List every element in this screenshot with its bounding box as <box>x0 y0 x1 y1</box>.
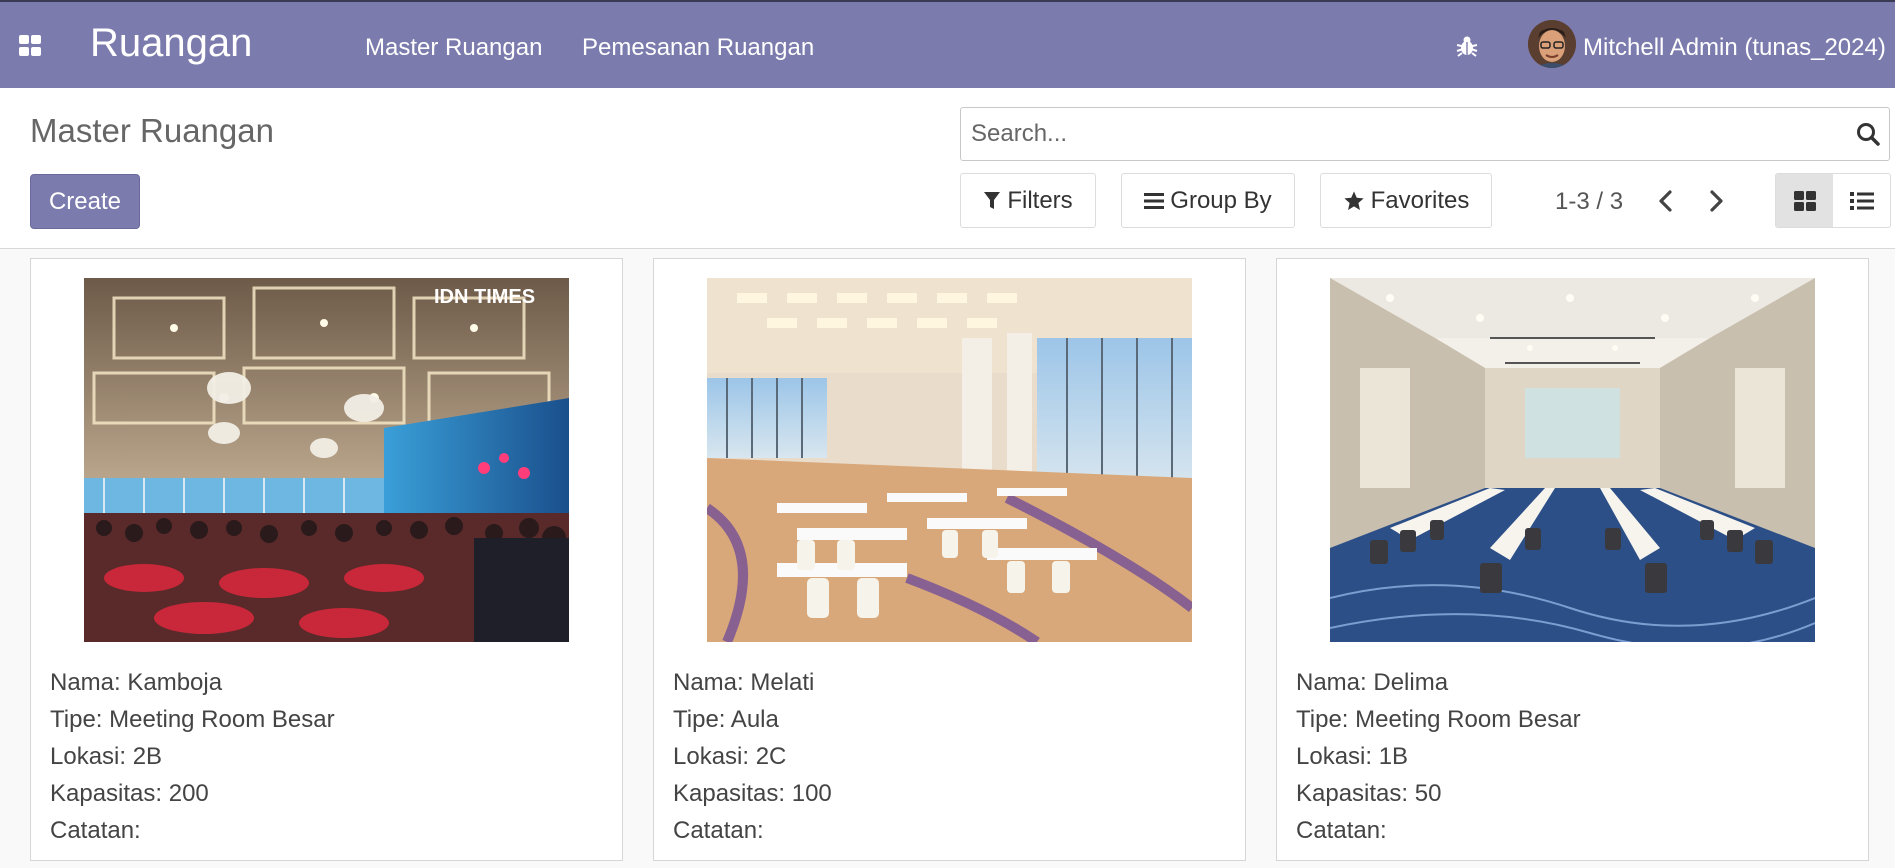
control-panel: Master Ruangan Create Filters Group By F… <box>0 88 1895 249</box>
room-kapasitas: Kapasitas: 200 <box>50 780 209 807</box>
room-lokasi: Lokasi: 2B <box>50 743 163 770</box>
avatar-photo <box>1528 20 1576 68</box>
ballroom-photo: IDN TIMES <box>84 278 569 642</box>
search-icon[interactable] <box>1855 121 1881 147</box>
filters-button[interactable]: Filters <box>960 173 1096 228</box>
room-catatan: Catatan: <box>673 817 764 844</box>
list-view-button[interactable] <box>1833 174 1890 227</box>
user-avatar[interactable] <box>1528 20 1576 68</box>
app-title[interactable]: Ruangan <box>90 21 252 66</box>
breadcrumb-title: Master Ruangan <box>30 112 274 149</box>
room-photo <box>707 278 1192 642</box>
kanban-card[interactable]: Nama: Delima Tipe: Meeting Room Besar Lo… <box>1276 258 1869 861</box>
kanban-grid-icon <box>1793 190 1816 211</box>
favorites-label: Favorites <box>1370 186 1470 214</box>
meeting-room-photo <box>1330 278 1815 642</box>
room-tipe: Tipe: Aula <box>673 706 779 733</box>
bug-icon[interactable] <box>1455 34 1479 58</box>
search-input[interactable] <box>971 118 1831 150</box>
room-kapasitas: Kapasitas: 50 <box>1296 780 1442 807</box>
pager-value[interactable]: 1-3 / 3 <box>1555 188 1623 216</box>
card-fields: Nama: Melati Tipe: Aula Lokasi: 2C Kapas… <box>673 664 832 849</box>
room-photo: IDN TIMES <box>84 278 569 642</box>
room-lokasi: Lokasi: 2C <box>673 743 787 770</box>
card-fields: Nama: Delima Tipe: Meeting Room Besar Lo… <box>1296 664 1581 849</box>
star-icon <box>1344 190 1364 210</box>
group-by-label: Group By <box>1170 186 1272 214</box>
room-lokasi: Lokasi: 1B <box>1296 743 1409 770</box>
view-switcher <box>1775 173 1891 228</box>
chevron-left-icon[interactable] <box>1653 188 1679 214</box>
list-view-icon <box>1849 191 1874 210</box>
list-bars-icon <box>1144 192 1165 209</box>
top-navbar: Ruangan Master Ruangan Pemesanan Ruangan… <box>0 0 1895 88</box>
room-nama: Nama: Delima <box>1296 669 1449 696</box>
search-bar <box>960 107 1890 161</box>
kanban-view: IDN TIMES Nama: Kamboja Tipe: Meeting Ro… <box>0 250 1895 868</box>
hall-photo <box>707 278 1192 642</box>
chevron-right-icon[interactable] <box>1703 188 1729 214</box>
room-photo <box>1330 278 1815 642</box>
menu-master-ruangan[interactable]: Master Ruangan <box>365 34 542 62</box>
group-by-button[interactable]: Group By <box>1121 173 1295 228</box>
room-nama: Nama: Kamboja <box>50 669 223 696</box>
room-catatan: Catatan: <box>1296 817 1387 844</box>
room-catatan: Catatan: <box>50 817 141 844</box>
filter-icon <box>984 191 1001 209</box>
favorites-button[interactable]: Favorites <box>1320 173 1492 228</box>
kanban-card[interactable]: IDN TIMES Nama: Kamboja Tipe: Meeting Ro… <box>30 258 623 861</box>
user-name[interactable]: Mitchell Admin (tunas_2024) <box>1583 34 1886 62</box>
room-tipe: Tipe: Meeting Room Besar <box>1296 706 1581 733</box>
room-kapasitas: Kapasitas: 100 <box>673 780 832 807</box>
kanban-card[interactable]: Nama: Melati Tipe: Aula Lokasi: 2C Kapas… <box>653 258 1246 861</box>
card-fields: Nama: Kamboja Tipe: Meeting Room Besar L… <box>50 664 335 849</box>
kanban-view-button[interactable] <box>1776 174 1833 227</box>
filters-label: Filters <box>1007 186 1073 214</box>
room-tipe: Tipe: Meeting Room Besar <box>50 706 335 733</box>
create-button[interactable]: Create <box>30 174 140 229</box>
menu-pemesanan-ruangan[interactable]: Pemesanan Ruangan <box>582 34 814 62</box>
room-nama: Nama: Melati <box>673 669 815 696</box>
apps-grid-icon[interactable] <box>19 35 41 57</box>
photo-watermark: IDN TIMES <box>434 286 535 308</box>
